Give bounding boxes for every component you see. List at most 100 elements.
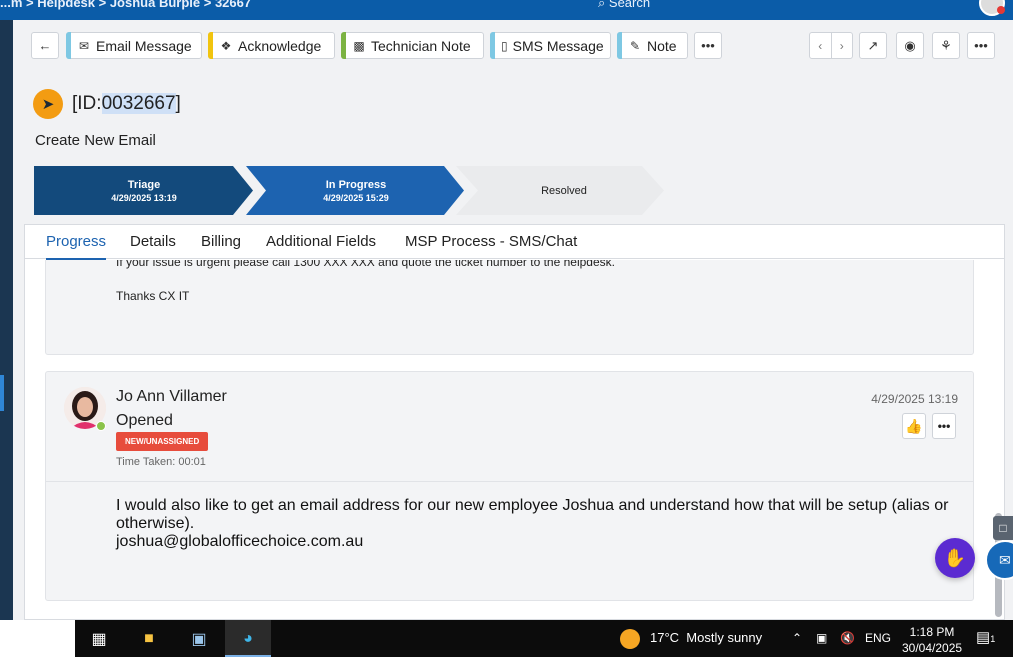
ticket-panel: Progress Details Billing Additional Fiel… bbox=[24, 224, 1005, 620]
taskbar-search-area[interactable] bbox=[0, 620, 75, 657]
stage-triage[interactable]: Triage 4/29/2025 13:19 bbox=[34, 166, 254, 215]
side-widget-tab[interactable]: □ bbox=[993, 516, 1013, 540]
left-sidebar bbox=[0, 20, 13, 620]
tag-icon: ❖ bbox=[220, 38, 232, 53]
system-clock[interactable]: 1:18 PM 30/04/2025 bbox=[902, 624, 962, 656]
hand-icon: ✋ bbox=[943, 547, 967, 568]
volume-muted-icon[interactable]: 🔇 bbox=[840, 631, 855, 645]
temperature: 17°C bbox=[650, 630, 680, 645]
entry-author: Jo Ann Villamer bbox=[116, 388, 227, 405]
sidebar-active-indicator[interactable] bbox=[0, 375, 4, 411]
ellipsis-icon: ••• bbox=[937, 419, 951, 433]
color-bar bbox=[617, 32, 622, 59]
stage-date: 4/29/2025 15:29 bbox=[323, 192, 389, 203]
tab-additional-fields[interactable]: Additional Fields bbox=[266, 233, 376, 250]
notification-count: 1 bbox=[990, 634, 996, 644]
task-view-icon[interactable]: ▦ bbox=[87, 627, 111, 651]
entry-signoff: Thanks CX IT bbox=[116, 289, 190, 303]
chevron-right-icon[interactable]: › bbox=[832, 33, 853, 58]
open-external-button[interactable]: ↗ bbox=[859, 32, 887, 59]
note-icon: ▩ bbox=[353, 38, 365, 53]
search-placeholder: Search bbox=[608, 0, 651, 10]
entry-body-text: If your issue is urgent please call 1300… bbox=[116, 260, 615, 269]
thumbs-up-icon: 👍 bbox=[905, 417, 923, 434]
tab-msp-process[interactable]: MSP Process - SMS/Chat bbox=[405, 233, 577, 250]
time-taken: Time Taken: 00:01 bbox=[116, 456, 206, 468]
notification-center-icon[interactable]: ▤1 bbox=[976, 628, 998, 650]
color-bar bbox=[66, 32, 71, 59]
edit-icon: ✎ bbox=[629, 38, 641, 53]
status-badge: NEW/UNASSIGNED bbox=[116, 432, 209, 451]
ticket-pager: ‹ › bbox=[809, 32, 853, 59]
button-label: SMS Message bbox=[512, 37, 604, 54]
timeline-entry: If your issue is urgent please call 1300… bbox=[45, 260, 974, 355]
email-message-button[interactable]: ✉ Email Message bbox=[66, 32, 202, 59]
progress-feed[interactable]: If your issue is urgent please call 1300… bbox=[25, 260, 1004, 619]
ticket-id-prefix: [ID: bbox=[72, 93, 102, 114]
stage-name: In Progress bbox=[325, 178, 387, 191]
note-button[interactable]: ✎ Note bbox=[617, 32, 688, 59]
envelope-icon: ✉ bbox=[78, 38, 90, 53]
stage-name: Resolved bbox=[541, 184, 587, 197]
screen-icon: □ bbox=[999, 521, 1007, 535]
watch-button[interactable]: ◉ bbox=[896, 32, 924, 59]
button-label: Technician Note bbox=[371, 37, 471, 54]
system-app-icon[interactable]: ▣ bbox=[187, 627, 211, 651]
os-taskbar: ▦ ■ ▣ ◕ 17°C Mostly sunny ⌃ ▣ 🔇 ENG 1:18… bbox=[0, 620, 1013, 657]
stage-resolved[interactable]: Resolved bbox=[464, 166, 664, 215]
entry-body-text: I would also like to get an email addres… bbox=[116, 497, 949, 532]
file-explorer-icon[interactable]: ■ bbox=[137, 627, 161, 651]
share-button[interactable]: ⚘ bbox=[932, 32, 960, 59]
button-label: Acknowledge bbox=[238, 37, 322, 54]
color-bar bbox=[341, 32, 346, 59]
share-icon: ⚘ bbox=[940, 37, 952, 53]
clock-date: 30/04/2025 bbox=[902, 641, 963, 655]
ticket-icon: ➤ bbox=[33, 89, 63, 119]
weather-icon bbox=[620, 629, 640, 649]
search-icon: ⌕ bbox=[598, 0, 609, 10]
breadcrumb[interactable]: ...m > Helpdesk > Joshua Burpie > 32667 bbox=[0, 0, 251, 10]
edge-browser-icon[interactable]: ◕ bbox=[236, 627, 260, 651]
user-avatar[interactable] bbox=[979, 0, 1005, 16]
entry-body: I would also like to get an email addres… bbox=[116, 497, 966, 551]
external-link-icon: ↗ bbox=[867, 37, 879, 53]
entry-action: Opened bbox=[116, 412, 173, 429]
ticket-id-suffix: ] bbox=[175, 93, 181, 114]
arrow-left-icon: ← bbox=[38, 38, 52, 53]
network-icon[interactable]: ▣ bbox=[816, 631, 827, 645]
language-indicator[interactable]: ENG bbox=[865, 631, 891, 645]
tab-progress[interactable]: Progress bbox=[46, 233, 107, 260]
entry-email-address: joshua@globalofficechoice.com.au bbox=[116, 533, 364, 550]
stage-date: 4/29/2025 13:19 bbox=[111, 192, 177, 203]
ellipsis-icon: ••• bbox=[974, 38, 988, 53]
entry-timestamp: 4/29/2025 13:19 bbox=[871, 392, 958, 406]
color-bar bbox=[490, 32, 495, 59]
stage-in-progress[interactable]: In Progress 4/29/2025 15:29 bbox=[256, 166, 456, 215]
tab-details[interactable]: Details bbox=[130, 233, 176, 250]
ticket-id-number: 0032667 bbox=[101, 93, 176, 114]
back-button[interactable]: ← bbox=[31, 32, 59, 59]
chevron-left-icon[interactable]: ‹ bbox=[810, 33, 832, 58]
more-actions-button[interactable]: ••• bbox=[694, 32, 722, 59]
technician-note-button[interactable]: ▩ Technician Note bbox=[341, 32, 484, 59]
search-input[interactable]: ⌕ Search bbox=[598, 0, 650, 11]
weather-widget[interactable]: 17°C Mostly sunny bbox=[650, 630, 762, 645]
ticket-id: [ID:0032667] bbox=[72, 93, 181, 115]
like-button[interactable]: 👍 bbox=[902, 413, 926, 439]
chevron-up-icon[interactable]: ⌃ bbox=[792, 631, 802, 645]
divider bbox=[46, 481, 973, 482]
entry-more-button[interactable]: ••• bbox=[932, 413, 956, 439]
ticket-tabs: Progress Details Billing Additional Fiel… bbox=[25, 225, 1004, 260]
stage-name: Triage bbox=[127, 178, 161, 191]
clock-time: 1:18 PM bbox=[909, 625, 955, 639]
page-subtitle: Create New Email bbox=[35, 132, 156, 149]
button-label: Note bbox=[647, 37, 677, 54]
button-label: Email Message bbox=[96, 37, 192, 54]
app-header: ...m > Helpdesk > Joshua Burpie > 32667 … bbox=[0, 0, 1013, 20]
sms-message-button[interactable]: ▯ SMS Message bbox=[490, 32, 611, 59]
tab-billing[interactable]: Billing bbox=[201, 233, 241, 250]
overflow-menu-button[interactable]: ••• bbox=[967, 32, 995, 59]
ticket-toolbar: ← ✉ Email Message ❖ Acknowledge ▩ Techni… bbox=[13, 20, 1013, 76]
acknowledge-button[interactable]: ❖ Acknowledge bbox=[208, 32, 335, 59]
assistant-fab-button[interactable]: ✋ bbox=[935, 538, 975, 578]
